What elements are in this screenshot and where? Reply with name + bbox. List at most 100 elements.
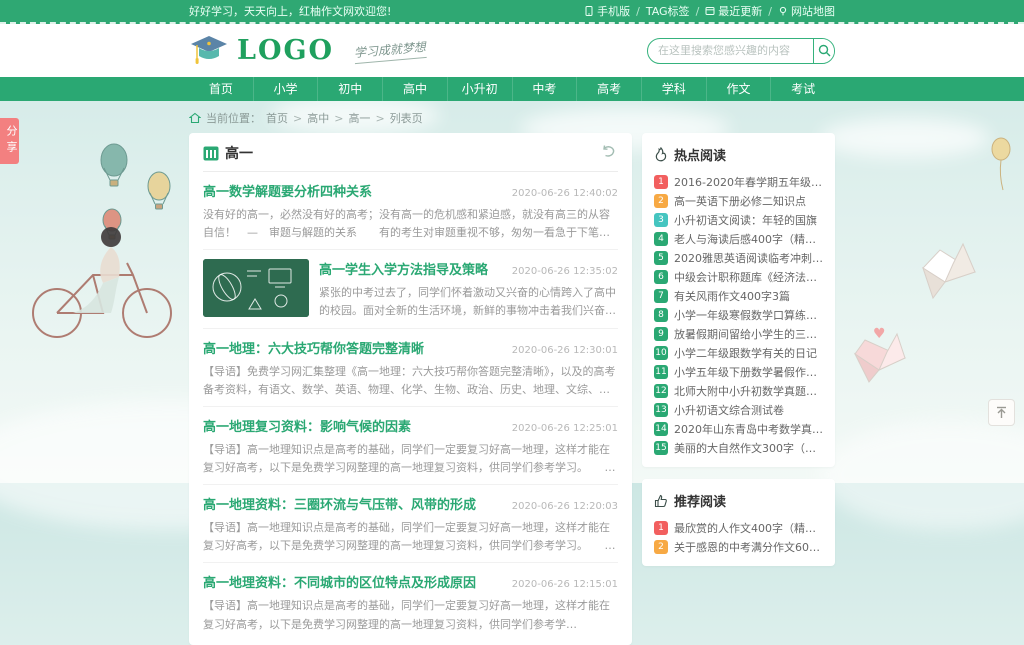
rank-badge: 10 xyxy=(654,346,668,360)
hot-item-text: 2020年山东青岛中考数学真题（已公布） xyxy=(674,421,823,437)
back-to-top-button[interactable] xyxy=(988,399,1015,426)
nav-item-xiaoshengchu[interactable]: 小升初 xyxy=(447,77,512,101)
hot-item-text: 小升初语文阅读：年轻的国旗 xyxy=(674,212,817,228)
thumbs-up-icon xyxy=(654,494,668,508)
hot-reading-panel: 热点阅读 1 2016-2020年春学期五年级语文下期末模拟 2高一英语下册必修二… xyxy=(642,133,835,467)
recommended-reading-title: 推荐阅读 xyxy=(674,491,726,510)
nav-item-junior-high[interactable]: 初中 xyxy=(317,77,382,101)
search-box xyxy=(647,38,835,64)
mobile-version-link[interactable]: 手机版 xyxy=(584,3,630,19)
breadcrumb-senior-high[interactable]: 高中 xyxy=(307,110,329,126)
hot-list-item[interactable]: 52020雅思英语阅读临考冲刺试题附答案 xyxy=(654,248,823,267)
sitemap-link[interactable]: 网站地图 xyxy=(778,3,835,19)
search-button[interactable] xyxy=(813,39,834,63)
paper-cranes-illustration: ♥ xyxy=(845,220,1015,400)
refresh-icon xyxy=(705,6,715,16)
rank-badge: 15 xyxy=(654,441,668,455)
share-button[interactable]: 分享 xyxy=(0,118,19,164)
nav-item-primary-school[interactable]: 小学 xyxy=(253,77,318,101)
rank-badge: 5 xyxy=(654,251,668,265)
graduation-cap-icon xyxy=(189,34,229,68)
hot-list-item[interactable]: 12北师大附中小升初数学真题汇编 xyxy=(654,381,823,400)
top-utility-bar: 好好学习，天天向上，红柚作文网欢迎您! 手机版 / TAG标签 / 最近更新 /… xyxy=(0,0,1024,24)
article-title-link[interactable]: 高一学生入学方法指导及策略 xyxy=(319,259,488,278)
article-excerpt: 【导语】高一地理知识点是高考的基础，同学们一定要复习好高一地理，这样才能在复习好… xyxy=(203,519,618,555)
hot-reading-list: 1 2016-2020年春学期五年级语文下期末模拟 2高一英语下册必修二知识点 3… xyxy=(654,172,823,457)
hot-list-item[interactable]: 8小学一年级寒假数学口算练习题三篇 xyxy=(654,305,823,324)
hot-list-item[interactable]: 11小学五年级下册数学暑假作业答案【20-61 xyxy=(654,362,823,381)
hot-item-text: 小学二年级跟数学有关的日记 xyxy=(674,345,817,361)
cloud-decoration xyxy=(820,420,1024,530)
rank-badge: 1 xyxy=(654,175,668,189)
rank-badge: 13 xyxy=(654,403,668,417)
breadcrumb: 当前位置： 首页 > 高中 > 高一 > 列表页 xyxy=(189,110,835,126)
search-input[interactable] xyxy=(648,44,813,57)
separator: / xyxy=(696,5,700,18)
site-slogan: 学习成就梦想 xyxy=(353,37,426,63)
recent-updates-link[interactable]: 最近更新 xyxy=(705,3,762,19)
breadcrumb-separator: > xyxy=(293,112,302,125)
section-title: 高一 xyxy=(225,143,253,163)
main-navigation: 首页 小学 初中 高中 小升初 中考 高考 学科 作文 考试 xyxy=(0,77,1024,101)
nav-item-home[interactable]: 首页 xyxy=(189,77,253,101)
site-logo[interactable]: LOGO xyxy=(189,34,334,68)
welcome-text: 好好学习，天天向上，红柚作文网欢迎您! xyxy=(189,3,391,19)
mobile-phone-icon xyxy=(584,6,594,16)
article-item: 高一数学解题要分析四种关系 2020-06-26 12:40:02 没有好的高一… xyxy=(203,172,618,250)
cloud-decoration xyxy=(820,118,990,158)
rank-badge: 11 xyxy=(654,365,668,379)
hot-list-item[interactable]: 1 2016-2020年春学期五年级语文下期末模拟 xyxy=(654,172,823,191)
article-excerpt: 【导语】高一地理知识点是高考的基础，同学们一定要复习好高一地理，这样才能在复习好… xyxy=(203,441,618,477)
article-title-link[interactable]: 高一地理：六大技巧帮你答题完整清晰 xyxy=(203,338,424,357)
hot-item-text: 放暑假期间留给小学生的三年级英语作文范文 xyxy=(674,326,823,342)
search-icon xyxy=(818,44,831,57)
nav-item-zhongkao[interactable]: 中考 xyxy=(512,77,577,101)
hot-item-text: 北师大附中小升初数学真题汇编 xyxy=(674,383,823,399)
hot-reading-header: 热点阅读 xyxy=(654,145,823,164)
nav-item-exams[interactable]: 考试 xyxy=(770,77,835,101)
hot-item-text: 2016-2020年春学期五年级语文下期末模拟 xyxy=(674,174,823,190)
article-excerpt: 【导语】免费学习网汇集整理《高一地理：六大技巧帮你答题完整清晰》，以及的高考备考… xyxy=(203,363,618,399)
recommended-list-item[interactable]: 2关于感恩的中考满分作文600字 xyxy=(654,537,823,556)
article-title-link[interactable]: 高一地理复习资料：影响气候的因素 xyxy=(203,416,411,435)
sidebar: 热点阅读 1 2016-2020年春学期五年级语文下期末模拟 2高一英语下册必修二… xyxy=(642,133,835,566)
separator: / xyxy=(768,5,772,18)
bicycle-rider-illustration xyxy=(15,205,190,345)
breadcrumb-grade-one[interactable]: 高一 xyxy=(348,110,370,126)
hot-list-item[interactable]: 4老人与海读后感400字（精选3篇） xyxy=(654,229,823,248)
hot-list-item[interactable]: 7有关风雨作文400字3篇 xyxy=(654,286,823,305)
undo-arrow-icon xyxy=(601,145,616,158)
hot-list-item[interactable]: 142020年山东青岛中考数学真题（已公布） xyxy=(654,419,823,438)
hot-list-item[interactable]: 3小升初语文阅读：年轻的国旗 xyxy=(654,210,823,229)
article-title-link[interactable]: 高一地理资料：三圈环流与气压带、风带的形成 xyxy=(203,494,476,513)
flame-icon xyxy=(654,147,668,162)
nav-item-gaokao[interactable]: 高考 xyxy=(576,77,641,101)
home-icon xyxy=(189,112,201,124)
tag-link[interactable]: TAG标签 xyxy=(646,3,690,19)
section-header: 高一 xyxy=(203,143,618,172)
hot-list-item[interactable]: 15美丽的大自然作文300字（精选3篇） xyxy=(654,438,823,457)
breadcrumb-home[interactable]: 首页 xyxy=(266,110,288,126)
hot-list-item[interactable]: 9放暑假期间留给小学生的三年级英语作文范文 xyxy=(654,324,823,343)
nav-item-senior-high[interactable]: 高中 xyxy=(382,77,447,101)
hot-list-item[interactable]: 2高一英语下册必修二知识点 xyxy=(654,191,823,210)
article-date: 2020-06-26 12:30:01 xyxy=(504,345,618,356)
article-item: 高一学生入学方法指导及策略 2020-06-26 12:35:02 紧张的中考过… xyxy=(203,250,618,328)
article-excerpt: 没有好的高一，必然没有好的高考；没有高一的危机感和紧迫感，就没有高三的从容自信！… xyxy=(203,206,618,242)
nav-item-composition[interactable]: 作文 xyxy=(706,77,771,101)
nav-item-subjects[interactable]: 学科 xyxy=(641,77,706,101)
rank-badge: 8 xyxy=(654,308,668,322)
article-date: 2020-06-26 12:35:02 xyxy=(504,266,618,277)
logo-text: LOGO xyxy=(237,35,334,66)
article-title-link[interactable]: 高一数学解题要分析四种关系 xyxy=(203,181,372,200)
breadcrumb-current: 列表页 xyxy=(390,110,423,126)
refresh-list-button[interactable] xyxy=(599,143,618,163)
rank-badge: 2 xyxy=(654,540,668,554)
hot-list-item[interactable]: 6中级会计职称题库《经济法》检测题 xyxy=(654,267,823,286)
article-thumbnail[interactable] xyxy=(203,259,309,317)
recommended-list-item[interactable]: 1最欣赏的人作文400字（精选3篇） xyxy=(654,518,823,537)
article-item: 高一地理：六大技巧帮你答题完整清晰 2020-06-26 12:30:01 【导… xyxy=(203,329,618,407)
hot-list-item[interactable]: 13小升初语文综合测试卷 xyxy=(654,400,823,419)
article-title-link[interactable]: 高一地理资料：不同城市的区位特点及形成原因 xyxy=(203,572,476,591)
hot-list-item[interactable]: 10 小学二年级跟数学有关的日记 xyxy=(654,343,823,362)
